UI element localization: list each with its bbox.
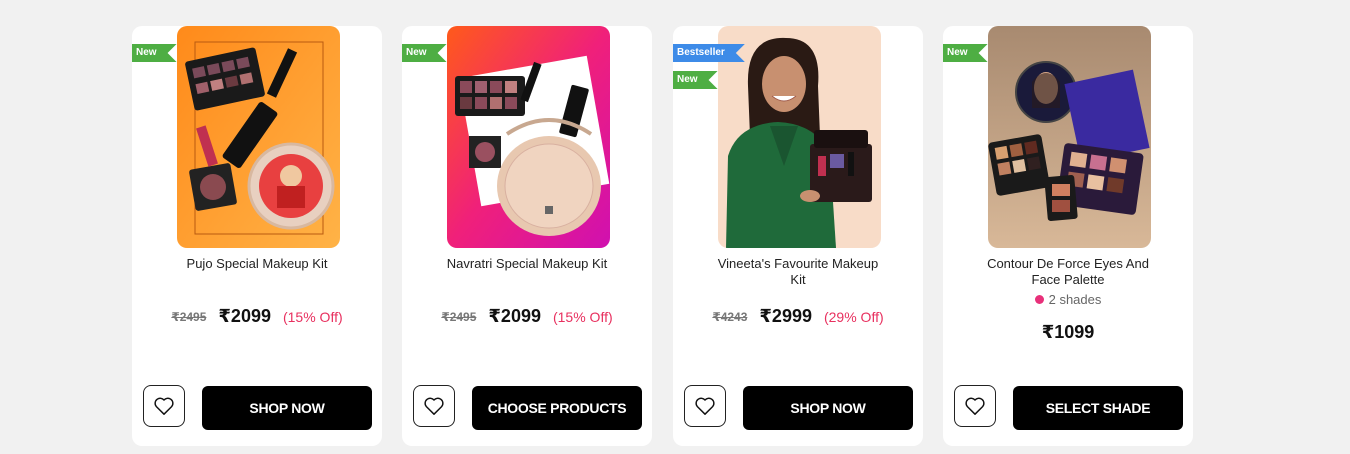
product-card[interactable]: Bestseller New Vineeta's Favourite Makeu… — [673, 26, 923, 446]
wishlist-button[interactable] — [684, 385, 726, 427]
discount-label: (15% Off) — [552, 308, 613, 325]
original-price: ₹2495 — [441, 309, 477, 324]
wishlist-button[interactable] — [413, 385, 455, 427]
price-row: ₹2495 ₹2099 (15% Off) — [132, 306, 382, 327]
price-row: ₹2495 ₹2099 (15% Off) — [402, 306, 652, 327]
product-image[interactable] — [447, 26, 610, 248]
product-title[interactable]: Vineeta's Favourite Makeup Kit — [713, 256, 883, 288]
shade-count-label: 2 shades — [1048, 292, 1102, 307]
discount-label: (15% Off) — [282, 308, 343, 325]
new-badge: New — [402, 44, 447, 62]
original-price: ₹4243 — [712, 309, 748, 324]
bestseller-badge: Bestseller — [673, 44, 745, 62]
wishlist-button[interactable] — [143, 385, 185, 427]
shade-swatch-icon — [1034, 295, 1044, 304]
original-price: ₹2495 — [171, 309, 207, 324]
sale-price: ₹2099 — [488, 306, 541, 326]
product-image[interactable] — [718, 26, 881, 248]
sale-price: ₹1099 — [1041, 322, 1095, 342]
product-title[interactable]: Contour De Force Eyes And Face Palette — [983, 256, 1153, 288]
shop-now-button[interactable]: SHOP NOW — [743, 386, 913, 430]
product-card[interactable]: New Navratri Special Makeup Kit ₹2495 ₹2… — [402, 26, 652, 446]
choose-products-button[interactable]: CHOOSE PRODUCTS — [472, 386, 642, 430]
wishlist-button[interactable] — [954, 385, 996, 427]
product-image[interactable] — [177, 26, 340, 248]
heart-outline-icon — [965, 397, 985, 415]
sale-price: ₹2999 — [759, 306, 812, 326]
product-title[interactable]: Navratri Special Makeup Kit — [442, 256, 612, 272]
product-image[interactable] — [988, 26, 1151, 248]
heart-outline-icon — [154, 397, 174, 415]
new-badge: New — [673, 71, 718, 89]
new-badge: New — [132, 44, 177, 62]
shop-now-button[interactable]: SHOP NOW — [202, 386, 372, 430]
product-card[interactable]: New Pujo Special Makeup Kit ₹2495 ₹2099 … — [132, 26, 382, 446]
shade-count[interactable]: 2 shades — [943, 292, 1193, 307]
price-row: ₹4243 ₹2999 (29% Off) — [673, 306, 923, 327]
product-title[interactable]: Pujo Special Makeup Kit — [172, 256, 342, 272]
heart-outline-icon — [424, 397, 444, 415]
select-shade-button[interactable]: SELECT SHADE — [1013, 386, 1183, 430]
discount-label: (29% Off) — [823, 308, 884, 325]
product-card[interactable]: New Contour De Force Eyes And Face Palet… — [943, 26, 1193, 446]
new-badge: New — [943, 44, 988, 62]
heart-outline-icon — [695, 397, 715, 415]
sale-price: ₹2099 — [218, 306, 271, 326]
